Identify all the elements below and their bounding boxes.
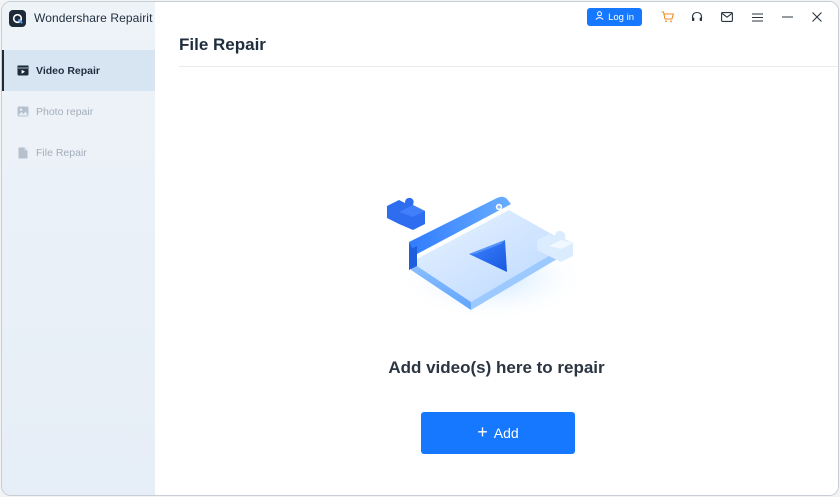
file-icon — [16, 146, 29, 159]
main-panel: Log in File Repair Add video(s) here to … — [155, 2, 838, 495]
page-title: File Repair — [179, 35, 266, 54]
sidebar-nav: Video Repair Photo repair File Repair — [2, 50, 155, 173]
cart-icon[interactable] — [652, 2, 682, 32]
video-icon — [16, 64, 29, 77]
user-icon — [595, 11, 604, 23]
login-button[interactable]: Log in — [587, 8, 642, 26]
mail-icon[interactable] — [712, 2, 742, 32]
headset-icon[interactable] — [682, 2, 712, 32]
minimize-icon[interactable] — [772, 2, 802, 32]
image-icon — [16, 105, 29, 118]
header-divider — [179, 66, 838, 67]
sidebar-item-file-repair[interactable]: File Repair — [2, 132, 155, 173]
sidebar-item-photo-repair[interactable]: Photo repair — [2, 91, 155, 132]
plus-icon: + — [477, 422, 488, 442]
sidebar-item-label: File Repair — [36, 146, 87, 159]
sidebar: Wondershare Repairit Video Repair Photo … — [2, 2, 155, 495]
video-repair-illustration — [387, 182, 595, 332]
menu-icon[interactable] — [742, 2, 772, 32]
close-icon[interactable] — [802, 2, 832, 32]
sidebar-item-video-repair[interactable]: Video Repair — [2, 50, 155, 91]
titlebar: Log in — [587, 2, 838, 32]
app-name: Wondershare Repairit — [34, 11, 153, 25]
brand: Wondershare Repairit — [9, 8, 153, 28]
login-label: Log in — [608, 11, 634, 23]
app-window: Wondershare Repairit Video Repair Photo … — [1, 1, 839, 496]
app-logo-icon — [9, 9, 26, 27]
drop-prompt: Add video(s) here to repair — [388, 358, 605, 377]
sidebar-item-label: Photo repair — [36, 105, 94, 118]
sidebar-item-label: Video Repair — [36, 64, 100, 77]
add-button[interactable]: + Add — [421, 412, 575, 454]
add-button-label: Add — [493, 425, 519, 441]
